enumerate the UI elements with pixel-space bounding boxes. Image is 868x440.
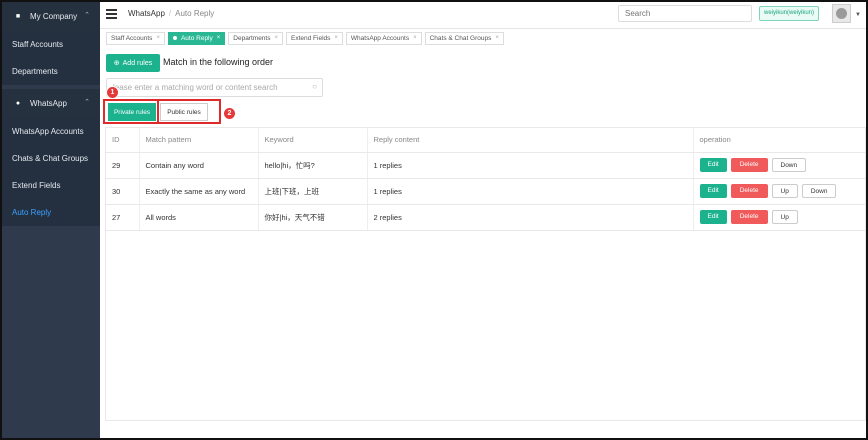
tab-auto-reply[interactable]: Auto Reply × (167, 31, 226, 45)
avatar[interactable] (832, 4, 851, 23)
rule-search-input[interactable]: lease enter a matching word or content s… (106, 78, 323, 97)
rules-table: ID Match pattern Keyword Reply content o… (105, 127, 866, 421)
search-icon[interactable]: ○ (312, 82, 317, 91)
close-icon[interactable]: × (274, 33, 278, 44)
close-icon[interactable]: × (413, 33, 417, 44)
annotation-badge-2: 2 (223, 107, 236, 120)
up-button[interactable]: Up (771, 184, 798, 198)
sidebar-item-whatsapp-accounts[interactable]: WhatsApp Accounts (2, 118, 100, 145)
column-header: Reply content (367, 128, 694, 153)
global-search-input[interactable] (618, 5, 752, 22)
column-header: ID (106, 128, 140, 153)
chevron-up-icon: ⌃ (84, 12, 90, 19)
highlight-box-1 (103, 99, 159, 124)
breadcrumb-item[interactable]: WhatsApp (128, 9, 165, 18)
sidebar-group-my-company[interactable]: ■ My Company ⌃ (2, 2, 100, 31)
tab-chats-chat-groups[interactable]: Chats & Chat Groups × (424, 31, 504, 45)
cell-operation: Edit Delete Down (693, 152, 865, 179)
up-button[interactable]: Up (771, 210, 798, 224)
table-row: 29 Contain any word hello|hi，忙吗? 1 repli… (106, 152, 865, 179)
sidebar-item-chats[interactable]: Chats & Chat Groups (2, 145, 100, 172)
building-icon: ■ (15, 13, 21, 20)
tab-departments[interactable]: Departments × (228, 31, 283, 45)
cell-reply: 2 replies (367, 204, 694, 231)
cell-id: 30 (106, 178, 140, 205)
table-row: 27 All words 你好|hi，天气不错 2 replies Edit De… (106, 204, 865, 231)
sidebar-item-auto-reply[interactable]: Auto Reply (2, 199, 100, 226)
table-row: 30 Exactly the same as any word 上班|下班，上班… (106, 178, 865, 205)
cell-reply: 1 replies (367, 178, 694, 205)
top-bar: WhatsApp/Auto Reply weiyikun(weiyikun) ▼ (100, 2, 866, 29)
down-button[interactable]: Down (771, 158, 807, 172)
app-frame: ■ My Company ⌃ Staff Accounts Department… (0, 0, 868, 440)
edit-button[interactable]: Edit (699, 184, 727, 198)
tab-staff-accounts[interactable]: Staff Accounts × (106, 31, 165, 45)
highlight-box-2 (157, 99, 221, 124)
sidebar-group-label: WhatsApp (30, 99, 67, 108)
breadcrumb-item: Auto Reply (175, 9, 215, 18)
sidebar-group-label: My Company (30, 12, 78, 21)
sidebar-group-whatsapp[interactable]: ● WhatsApp ⌃ (2, 89, 100, 118)
user-badge[interactable]: weiyikun(weiyikun) (759, 6, 820, 21)
edit-button[interactable]: Edit (699, 210, 727, 224)
cell-keyword: 上班|下班，上班 (258, 178, 368, 205)
breadcrumb: WhatsApp / Auto Reply (128, 9, 215, 18)
caret-down-icon[interactable]: ▼ (855, 12, 861, 18)
table-header-row: ID Match pattern Keyword Reply content o… (106, 128, 865, 153)
cell-keyword: 你好|hi，天气不错 (258, 204, 368, 231)
sidebar-item-staff-accounts[interactable]: Staff Accounts (2, 31, 100, 58)
delete-button[interactable]: Delete (730, 184, 768, 198)
delete-button[interactable]: Delete (730, 210, 768, 224)
cell-pattern: Contain any word (139, 152, 259, 179)
close-icon[interactable]: × (156, 33, 160, 44)
cell-id: 27 (106, 204, 140, 231)
add-rules-button[interactable]: ⊕ Add rules (106, 54, 160, 72)
whatsapp-icon: ● (15, 100, 21, 107)
column-header: operation (693, 128, 865, 153)
close-icon[interactable]: × (217, 33, 221, 44)
cell-pattern: Exactly the same as any word (139, 178, 259, 205)
tab-whatsapp-accounts[interactable]: WhatsApp Accounts × (345, 31, 422, 45)
active-dot-icon (172, 36, 177, 40)
close-icon[interactable]: × (495, 33, 499, 44)
sidebar-item-extend-fields[interactable]: Extend Fields (2, 172, 100, 199)
sidebar-item-departments[interactable]: Departments (2, 58, 100, 85)
order-hint: Match in the following order (163, 57, 274, 67)
cell-keyword: hello|hi，忙吗? (258, 152, 368, 179)
search-placeholder: lease enter a matching word or content s… (113, 83, 278, 92)
menu-icon[interactable] (106, 9, 117, 19)
cell-operation: Edit Delete Up Down (693, 178, 865, 205)
plus-circle-icon: ⊕ (113, 60, 120, 67)
cell-pattern: All words (139, 204, 259, 231)
column-header: Keyword (258, 128, 368, 153)
down-button[interactable]: Down (801, 184, 837, 198)
column-header: Match pattern (139, 128, 259, 153)
cell-reply: 1 replies (367, 152, 694, 179)
cell-operation: Edit Delete Up (693, 204, 865, 231)
page-tabs: Staff Accounts × Auto Reply × Departments ×… (100, 29, 866, 47)
annotation-badge-1: 1 (106, 86, 119, 99)
user-avatar-icon (836, 8, 847, 19)
cell-id: 29 (106, 152, 140, 179)
close-icon[interactable]: × (334, 33, 338, 44)
chevron-up-icon: ⌃ (84, 99, 90, 106)
tab-extend-fields[interactable]: Extend Fields × (286, 31, 343, 45)
sidebar: ■ My Company ⌃ Staff Accounts Department… (2, 2, 100, 438)
edit-button[interactable]: Edit (699, 158, 727, 172)
delete-button[interactable]: Delete (730, 158, 768, 172)
